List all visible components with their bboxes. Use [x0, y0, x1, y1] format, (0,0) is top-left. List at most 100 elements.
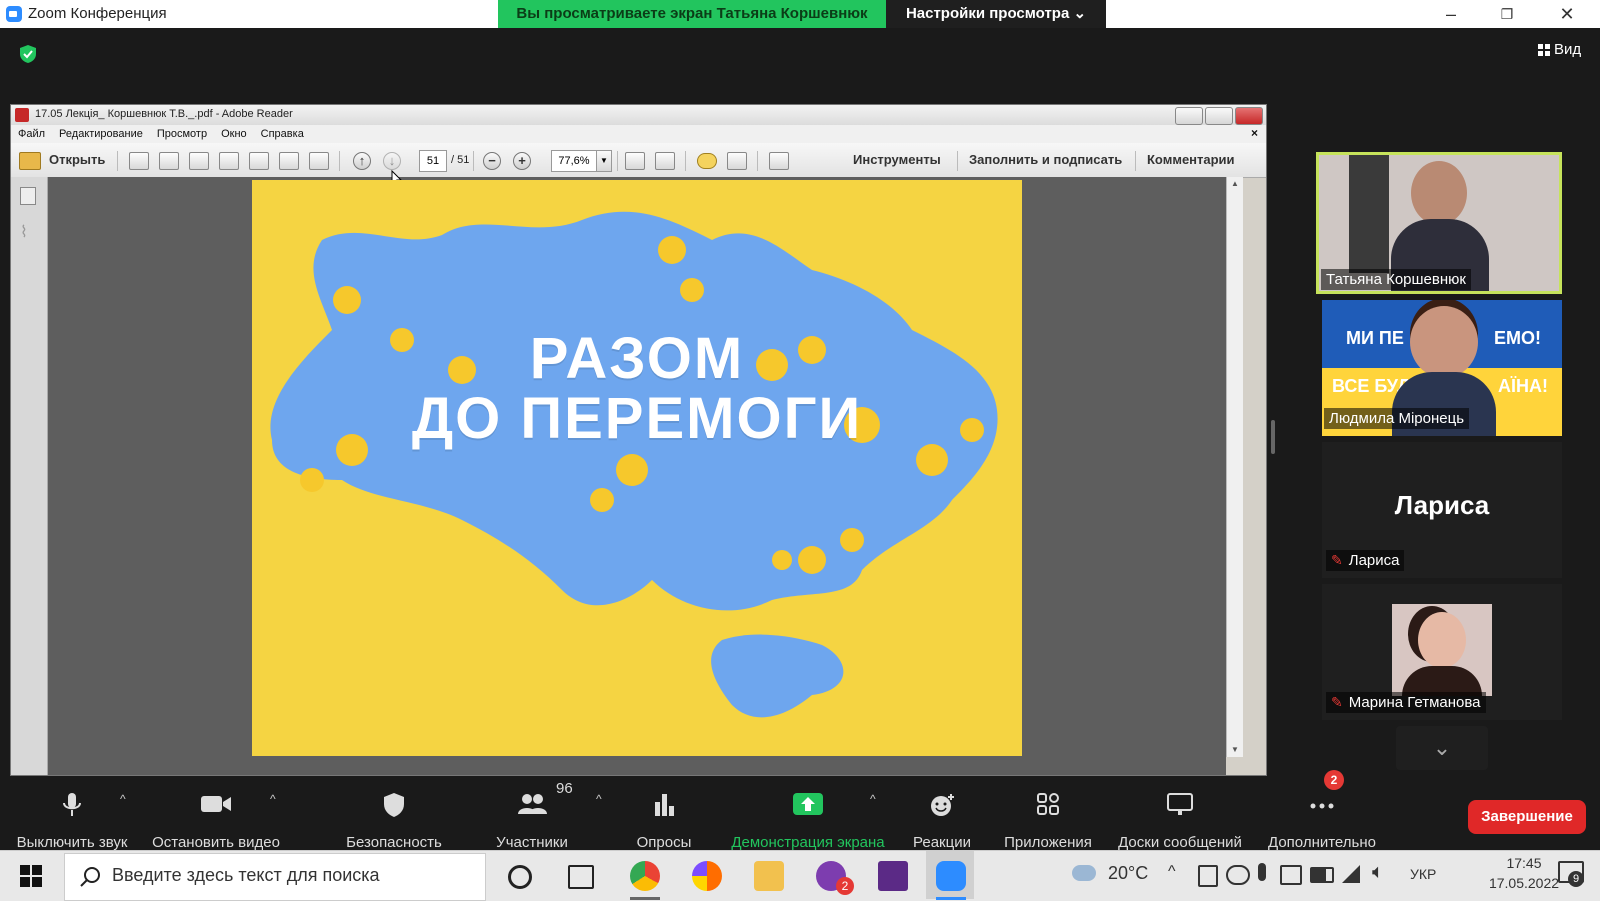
gallery-scroll-down-button[interactable]: ⌄ [1396, 726, 1488, 770]
restore-button[interactable]: ❐ [1492, 4, 1522, 24]
battery-icon[interactable] [1310, 867, 1334, 883]
polls-button[interactable]: Опросы [637, 792, 691, 851]
chevron-down-icon: ⌄ [1073, 5, 1087, 22]
menu-edit[interactable]: Редактирование [52, 125, 150, 143]
toolbar-divider [757, 151, 758, 171]
more-button[interactable]: Дополнительно [1268, 792, 1376, 851]
document-close-icon[interactable]: × [1251, 126, 1258, 140]
apps-button[interactable]: Приложения [1004, 792, 1092, 851]
open-button[interactable]: Открыть [49, 152, 105, 167]
security-button[interactable]: Безопасность [346, 792, 442, 851]
display-tray-icon[interactable] [1280, 865, 1302, 885]
zoom-app-icon[interactable] [936, 861, 966, 891]
view-button[interactable]: Вид [1538, 41, 1581, 58]
reader-sidebar: ⌇ [11, 177, 48, 775]
audio-options-caret-icon[interactable]: ^ [120, 792, 126, 806]
search-placeholder: Введите здесь текст для поиска [112, 865, 380, 885]
zoom-level-input[interactable]: 77,6% [551, 150, 597, 172]
participants-icon [518, 794, 547, 814]
zoom-dropdown-icon[interactable]: ▼ [596, 150, 612, 172]
video-options-caret-icon[interactable]: ^ [270, 792, 276, 806]
fit-page-icon[interactable] [655, 152, 675, 170]
reactions-button[interactable]: Реакции [913, 792, 971, 851]
edit-icon[interactable] [189, 152, 209, 170]
scroll-down-icon[interactable]: ▼ [1231, 745, 1239, 754]
previous-page-icon[interactable]: ↑ [353, 152, 371, 170]
save-icon[interactable] [249, 152, 269, 170]
input-language[interactable]: УКР [1410, 866, 1436, 882]
share-options-caret-icon[interactable]: ^ [870, 792, 876, 806]
clock-time[interactable]: 17:45 [1482, 855, 1566, 871]
reader-maximize-button[interactable] [1205, 107, 1233, 125]
comments-tab[interactable]: Комментарии [1147, 152, 1235, 167]
video-label: Остановить видео [152, 834, 280, 851]
vertical-scrollbar[interactable]: ▲ ▼ [1226, 177, 1243, 757]
participant-name: Лариса [1348, 552, 1400, 569]
mute-button[interactable]: Выключить звук [17, 792, 127, 851]
scroll-up-icon[interactable]: ▲ [1231, 179, 1239, 188]
next-page-icon[interactable]: ↓ [383, 152, 401, 170]
windows-start-icon[interactable] [20, 865, 42, 887]
menu-view[interactable]: Просмотр [150, 125, 214, 143]
participants-options-caret-icon[interactable]: ^ [596, 792, 602, 806]
participant-tile[interactable]: Лариса ✎ Лариса [1322, 442, 1562, 578]
page-thumbnails-icon[interactable] [20, 187, 36, 205]
participant-tile[interactable]: Татьяна Коршевнюк [1316, 152, 1562, 294]
open-folder-icon[interactable] [19, 152, 41, 170]
weather-cloud-icon[interactable] [1072, 865, 1096, 881]
reader-close-button[interactable] [1235, 107, 1263, 125]
wifi-icon[interactable] [1340, 863, 1362, 885]
file-explorer-icon[interactable] [754, 861, 784, 891]
view-settings-button[interactable]: Настройки просмотра ⌄ [886, 0, 1106, 28]
weather-temperature[interactable]: 20°C [1108, 863, 1148, 884]
print-icon[interactable] [279, 152, 299, 170]
participants-button[interactable]: Участники [496, 792, 568, 851]
zoom-out-icon[interactable]: − [483, 152, 501, 170]
stop-video-button[interactable]: Остановить видео [152, 792, 280, 851]
security-shield-icon [384, 793, 404, 817]
grid-icon [1538, 43, 1550, 56]
pdf-icon [15, 108, 29, 122]
close-button[interactable]: ✕ [1552, 4, 1582, 24]
cloud-upload-icon[interactable] [219, 152, 239, 170]
whiteboards-button[interactable]: Доски сообщений [1118, 792, 1242, 851]
cortana-icon[interactable] [508, 865, 532, 889]
volume-icon[interactable]: 🔈︎ [1372, 861, 1384, 884]
email-icon[interactable] [309, 152, 329, 170]
highlight-icon[interactable] [727, 152, 747, 170]
share-screen-button[interactable]: Демонстрация экрана [731, 792, 885, 851]
export-pdf-icon[interactable] [159, 152, 179, 170]
create-pdf-icon[interactable] [129, 152, 149, 170]
fullscreen-icon[interactable] [769, 152, 789, 170]
whiteboards-label: Доски сообщений [1118, 834, 1242, 851]
menu-file[interactable]: Файл [11, 125, 52, 143]
participant-tile[interactable]: ✎ Марина Гетманова [1322, 584, 1562, 720]
share-screen-label: Демонстрация экрана [731, 834, 885, 851]
page-number-input[interactable]: 51 [419, 150, 447, 172]
browser-icon[interactable] [692, 861, 722, 891]
tray-expand-icon[interactable]: ^ [1168, 863, 1176, 881]
attachment-icon[interactable]: ⌇ [20, 225, 34, 241]
task-view-icon[interactable] [568, 865, 594, 889]
chrome-icon[interactable] [630, 861, 660, 891]
encryption-shield-icon[interactable] [18, 44, 38, 64]
fit-width-icon[interactable] [625, 152, 645, 170]
comment-icon[interactable] [697, 153, 717, 169]
meet-now-icon[interactable] [1198, 865, 1218, 887]
onedrive-icon[interactable] [1226, 865, 1250, 885]
participant-tile[interactable]: МИ ПЕ ЕМО! ВСЕ БУД АЇНА! Людмила Міронец… [1322, 300, 1562, 436]
toolbar-divider [685, 151, 686, 171]
tools-tab[interactable]: Инструменты [853, 152, 941, 167]
menu-window[interactable]: Окно [214, 125, 254, 143]
clock-date[interactable]: 17.05.2022 [1482, 875, 1566, 891]
fill-sign-tab[interactable]: Заполнить и подписать [969, 152, 1122, 167]
minimize-button[interactable]: – [1436, 4, 1466, 24]
reader-minimize-button[interactable] [1175, 107, 1203, 125]
splitter-handle[interactable] [1271, 420, 1275, 454]
menu-help[interactable]: Справка [254, 125, 311, 143]
end-meeting-button[interactable]: Завершение [1468, 800, 1586, 834]
notifications-button[interactable]: 9 [1558, 859, 1584, 887]
zoom-in-icon[interactable]: + [513, 152, 531, 170]
microphone-tray-icon[interactable] [1258, 863, 1266, 881]
save-disk-app-icon[interactable] [878, 861, 908, 891]
